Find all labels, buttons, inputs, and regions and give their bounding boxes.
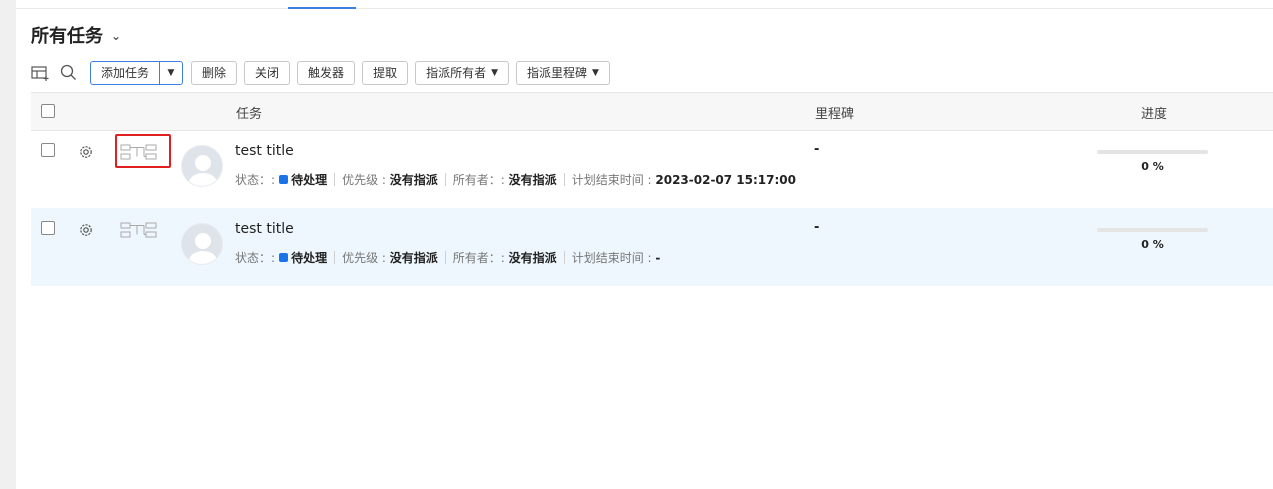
task-meta: 状态： : 待处理 优先级 : 没有指派 所有者： : 没有指派 计划结束时间 … xyxy=(235,171,796,188)
priority-value: 没有指派 xyxy=(389,173,438,187)
delete-button[interactable]: 删除 xyxy=(191,60,238,85)
due-value: - xyxy=(655,250,661,265)
divider xyxy=(334,251,336,264)
table-header: 任务 里程碑 进度 xyxy=(31,92,1273,131)
milestone-value: - xyxy=(814,220,820,235)
chevron-down-icon: ▼ xyxy=(592,67,599,78)
owner-label: 所有者： xyxy=(452,173,501,187)
table-row[interactable]: test title 状态： : 待处理 优先级 : 没有指派 所有者： : 没… xyxy=(31,208,1273,286)
progress-text: 0 % xyxy=(1141,160,1164,173)
divider xyxy=(444,251,446,264)
divider xyxy=(444,173,446,186)
avatar xyxy=(181,223,223,265)
gear-icon[interactable] xyxy=(78,144,94,160)
status-value: 待处理 xyxy=(291,173,328,187)
assign-milestone-label: 指派里程碑 xyxy=(527,66,588,80)
add-task-button[interactable]: 添加任务 xyxy=(91,62,159,84)
trigger-button[interactable]: 触发器 xyxy=(297,60,356,85)
progress-text: 0 % xyxy=(1141,238,1164,251)
column-header-progress[interactable]: 进度 xyxy=(1141,103,1167,122)
close-button[interactable]: 关闭 xyxy=(244,60,291,85)
priority-value: 没有指派 xyxy=(389,251,438,265)
column-header-milestone[interactable]: 里程碑 xyxy=(815,103,854,122)
owner-value: 没有指派 xyxy=(508,173,557,187)
chevron-down-icon[interactable]: ⌄ xyxy=(111,29,121,43)
task-title[interactable]: test title xyxy=(235,221,294,237)
main-panel: 所有任务 ⌄ 添加任务 ▼ 删除 关闭 触发器 提取 指派所有者 ▼ 指派里程碑… xyxy=(16,0,1273,489)
status-dot xyxy=(279,253,289,262)
status-value: 待处理 xyxy=(291,251,328,265)
divider xyxy=(563,173,565,186)
status-label: 状态： xyxy=(235,173,272,187)
status-dot xyxy=(279,175,289,184)
avatar xyxy=(181,145,223,187)
status-separator: : xyxy=(271,250,276,265)
page-title-label: 所有任务 xyxy=(31,26,103,47)
add-task-split-button: 添加任务 ▼ xyxy=(90,60,184,85)
assign-milestone-dropdown[interactable]: 指派里程碑 ▼ xyxy=(516,60,610,85)
select-all-checkbox[interactable] xyxy=(41,104,55,118)
due-label: 计划结束时间 : xyxy=(571,251,652,265)
priority-label: 优先级 : xyxy=(342,251,386,265)
chevron-down-icon[interactable]: ▼ xyxy=(159,61,182,84)
due-value: 2023-02-07 15:17:00 xyxy=(655,172,797,187)
assign-owner-dropdown[interactable]: 指派所有者 ▼ xyxy=(415,60,510,85)
chevron-down-icon: ▼ xyxy=(491,67,499,78)
owner-separator: : xyxy=(500,172,505,187)
owner-label: 所有者： xyxy=(452,251,501,265)
toolbar: 添加任务 ▼ 删除 关闭 触发器 提取 指派所有者 ▼ 指派里程碑 ▼ xyxy=(30,60,617,85)
assign-owner-label: 指派所有者 xyxy=(426,66,487,80)
task-title[interactable]: test title xyxy=(235,143,294,159)
left-sidebar-strip xyxy=(0,0,17,489)
table-settings-icon[interactable] xyxy=(30,63,50,83)
page-title[interactable]: 所有任务 ⌄ xyxy=(31,22,121,48)
status-label: 状态： xyxy=(235,251,272,265)
progress-bar xyxy=(1097,150,1208,154)
flowchart-icon[interactable] xyxy=(120,221,160,239)
gear-icon[interactable] xyxy=(78,222,94,238)
priority-label: 优先级 : xyxy=(342,173,386,187)
highlight-box xyxy=(115,134,171,168)
owner-separator: : xyxy=(500,250,505,265)
status-separator: : xyxy=(271,172,276,187)
extract-button[interactable]: 提取 xyxy=(362,60,409,85)
divider xyxy=(563,251,565,264)
due-label: 计划结束时间 : xyxy=(571,173,652,187)
divider xyxy=(334,173,336,186)
tab-divider xyxy=(16,8,1273,9)
row-checkbox[interactable] xyxy=(41,221,55,235)
search-icon[interactable] xyxy=(58,63,78,83)
active-tab-indicator xyxy=(288,7,356,9)
milestone-value: - xyxy=(814,142,820,157)
task-meta: 状态： : 待处理 优先级 : 没有指派 所有者： : 没有指派 计划结束时间 … xyxy=(235,249,660,266)
row-checkbox[interactable] xyxy=(41,143,55,157)
progress-bar xyxy=(1097,228,1208,232)
column-header-task[interactable]: 任务 xyxy=(236,103,262,122)
table-row[interactable]: test title 状态： : 待处理 优先级 : 没有指派 所有者： : 没… xyxy=(31,130,1273,208)
owner-value: 没有指派 xyxy=(508,251,557,265)
